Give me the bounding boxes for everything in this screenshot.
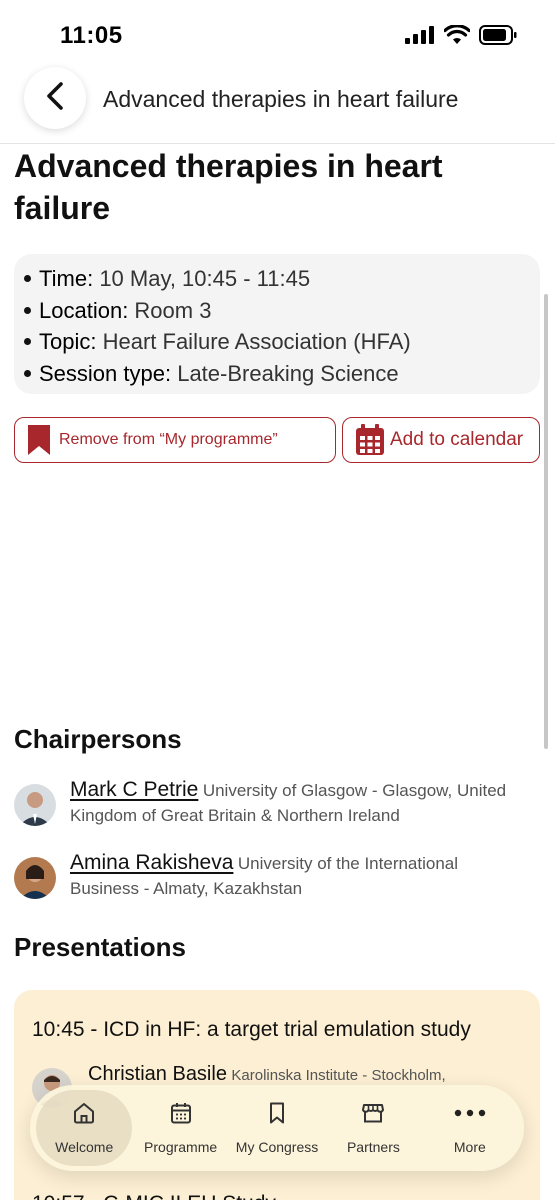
speaker-affiliation: Karolinska Institute - Stockholm, [231,1067,446,1084]
chairperson-name-link[interactable]: Amina Rakisheva [70,851,233,874]
info-value-location: Room 3 [134,297,212,323]
home-icon [72,1101,96,1130]
chairperson-name-link[interactable]: Mark C Petrie [70,778,198,801]
avatar [14,784,56,826]
presentations-heading: Presentations [14,932,186,962]
chairperson-text: Mark C Petrie University of Glasgow - Gl… [70,778,510,829]
more-dots-icon [453,1101,487,1130]
wifi-icon [443,24,471,50]
info-value-session-type: Late-Breaking Science [177,360,399,386]
bullet [24,338,31,346]
bullet [24,306,31,314]
nav-item-programme[interactable]: Programme [132,1090,228,1166]
bookmark-filled-icon [27,424,51,456]
nav-item-welcome[interactable]: Welcome [36,1090,133,1166]
storefront-icon [361,1101,385,1130]
chairperson-item: Amina Rakisheva University of the Intern… [14,851,514,907]
bullet [24,369,31,377]
info-row-topic: Topic: Heart Failure Association (HFA) [24,326,540,358]
chairperson-item: Mark C Petrie University of Glasgow - Gl… [14,778,514,834]
add-to-calendar-label: Add to calendar [390,429,524,450]
presentation-title: 10:45 - ICD in HF: a target trial emulat… [32,1018,471,1041]
session-info-box: Time: 10 May, 10:45 - 11:45 Location: Ro… [14,254,540,394]
info-label: Session type [39,360,165,386]
calendar-icon [169,1101,193,1130]
chairpersons-heading: Chairpersons [14,724,182,754]
info-row-location: Location: Room 3 [24,295,540,327]
info-row-time: Time: 10 May, 10:45 - 11:45 [24,263,540,295]
bottom-nav: Welcome Programme My Congress Partners M… [30,1085,524,1171]
info-value-time: 10 May, 10:45 - 11:45 [99,266,311,291]
nav-label: Partners [346,1139,400,1155]
add-to-calendar-button[interactable]: Add to calendar [342,417,540,463]
header-title: Advanced therapies in heart failure [103,86,459,112]
remove-from-programme-label: Remove from “My programme” [59,431,278,448]
scrollbar[interactable] [544,294,548,749]
back-button[interactable] [24,67,86,129]
status-icons [405,24,517,50]
app-header: Advanced therapies in heart failure [0,62,555,144]
nav-item-more[interactable]: More [422,1090,518,1166]
nav-label: Programme [144,1139,218,1155]
info-label: Time [39,266,88,291]
cellular-signal-icon [405,26,435,49]
presentation-title[interactable]: 10:57 - C-MIC II EU Study [32,1192,276,1200]
nav-label: More [453,1139,486,1155]
nav-item-partners[interactable]: Partners [325,1090,421,1166]
chevron-left-icon [44,81,66,116]
bullet [24,275,31,283]
nav-label: My Congress [235,1139,319,1155]
bookmark-icon [265,1101,289,1130]
nav-item-my-congress[interactable]: My Congress [229,1090,325,1166]
info-row-session-type: Session type: Late-Breaking Science [24,358,540,390]
info-label: Location [39,297,123,323]
info-value-topic: Heart Failure Association (HFA) [102,329,411,354]
battery-icon [479,25,517,50]
page-title: Advanced therapies in heart failure [14,148,443,226]
session-detail-content[interactable]: Advanced therapies in heart failure Time… [0,144,555,1200]
avatar [14,857,56,899]
nav-label: Welcome [55,1139,114,1155]
speaker-name[interactable]: Christian Basile [88,1063,227,1085]
status-time: 11:05 [60,22,123,49]
status-bar: 11:05 [0,0,555,70]
info-label: Topic [39,329,91,354]
calendar-icon [355,424,385,456]
remove-from-programme-button[interactable]: Remove from “My programme” [14,417,336,463]
chairperson-text: Amina Rakisheva University of the Intern… [70,851,510,902]
